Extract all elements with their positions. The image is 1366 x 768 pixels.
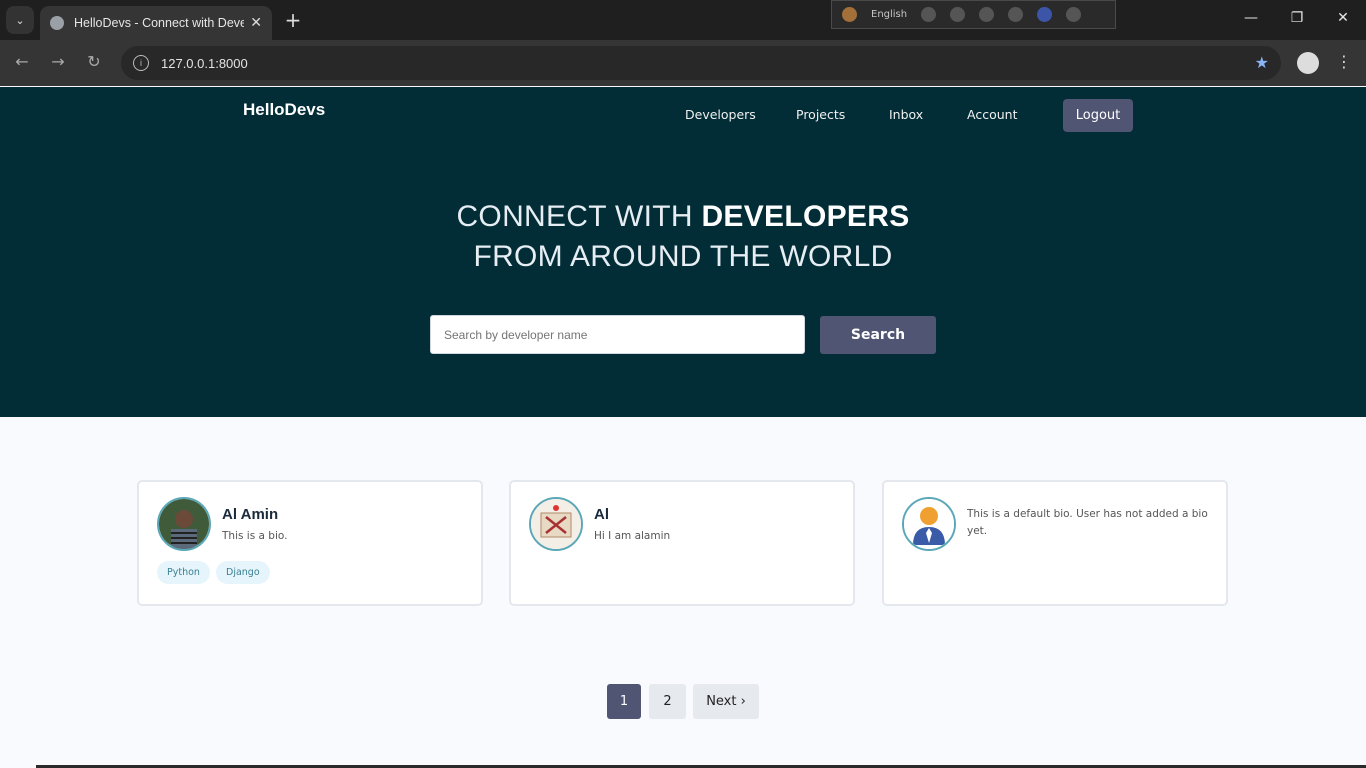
nav-link-projects[interactable]: Projects — [796, 107, 845, 122]
ime-toolbar: English — [831, 0, 1116, 29]
settings-gear-icon[interactable] — [979, 7, 995, 22]
nav-link-developers[interactable]: Developers — [685, 107, 756, 122]
developer-avatar — [529, 497, 583, 551]
reload-icon[interactable]: ↻ — [84, 52, 104, 71]
browser-tab-bar: ⌄ HelloDevs - Connect with Developers ✕ … — [0, 0, 1366, 40]
restore-window-icon[interactable]: ❐ — [1287, 10, 1307, 26]
page-2-button[interactable]: 2 — [649, 684, 686, 719]
hero-headline: CONNECT WITH DEVELOPERS FROM AROUND THE … — [0, 197, 1366, 277]
url-text: 127.0.0.1:8000 — [161, 55, 248, 71]
skill-tag: Django — [216, 561, 270, 584]
new-tab-button[interactable]: + — [282, 8, 304, 32]
developer-card[interactable]: Al Hi I am alamin — [509, 480, 855, 606]
developer-search-input[interactable] — [430, 315, 805, 354]
profile-avatar-icon[interactable] — [1297, 52, 1319, 74]
close-window-icon[interactable]: ✕ — [1333, 10, 1353, 26]
help-icon[interactable] — [1037, 7, 1053, 22]
ime-language[interactable]: English — [871, 9, 907, 20]
page-1-button[interactable]: 1 — [607, 684, 641, 719]
developer-name[interactable]: Al Amin — [222, 506, 278, 523]
bookmark-star-icon[interactable]: ★ — [1255, 53, 1269, 73]
browser-icon[interactable] — [1008, 7, 1024, 22]
developer-bio: This is a default bio. User has not adde… — [967, 508, 1208, 537]
browser-menu-icon[interactable]: ⋮ — [1336, 52, 1352, 71]
globe-favicon-icon — [50, 16, 64, 30]
ime-logo-icon[interactable] — [842, 7, 857, 22]
headline-light: CONNECT WITH — [456, 200, 702, 233]
headline-bold: DEVELOPERS — [701, 200, 910, 233]
logout-button[interactable]: Logout — [1063, 99, 1133, 132]
address-bar[interactable]: i 127.0.0.1:8000 ★ — [121, 46, 1281, 80]
developer-name[interactable]: Al — [594, 506, 609, 523]
headline-line2: FROM AROUND THE WORLD — [473, 240, 893, 273]
keyboard-icon[interactable] — [921, 7, 937, 22]
tab-title: HelloDevs - Connect with Developers — [74, 16, 245, 30]
site-info-icon[interactable]: i — [133, 55, 149, 71]
back-arrow-icon[interactable]: ← — [12, 52, 32, 71]
developer-card[interactable]: Al Amin This is a bio. Python Django — [137, 480, 483, 606]
default-user-avatar-icon — [902, 497, 956, 551]
search-button[interactable]: Search — [820, 316, 936, 354]
tab-search-dropdown[interactable]: ⌄ — [6, 6, 34, 34]
nav-link-account[interactable]: Account — [967, 107, 1017, 122]
browser-tab[interactable]: HelloDevs - Connect with Developers ✕ — [40, 6, 272, 40]
developer-bio: Hi I am alamin — [594, 530, 671, 542]
site-logo[interactable]: HelloDevs — [243, 100, 325, 120]
forward-arrow-icon[interactable]: → — [48, 52, 68, 71]
developer-avatar — [157, 497, 211, 551]
close-tab-icon[interactable]: ✕ — [250, 15, 262, 31]
minimize-window-icon[interactable]: — — [1241, 10, 1261, 26]
skill-tag: Python — [157, 561, 210, 584]
next-page-button[interactable]: Next › — [693, 684, 759, 719]
info-icon[interactable] — [1066, 7, 1082, 22]
developer-card[interactable]: This is a default bio. User has not adde… — [882, 480, 1228, 606]
developer-bio: This is a bio. — [222, 530, 288, 542]
brush-icon[interactable] — [950, 7, 966, 22]
nav-link-inbox[interactable]: Inbox — [889, 107, 923, 122]
